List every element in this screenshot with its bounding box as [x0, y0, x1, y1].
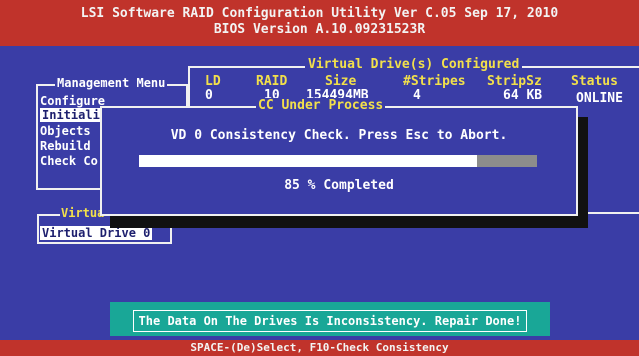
col-header-ld: LD — [205, 74, 221, 89]
bios-version: BIOS Version A.10.09231523R — [213, 22, 426, 37]
col-header-stripsz: StripSz — [487, 74, 542, 89]
cc-dialog-message: VD 0 Consistency Check. Press Esc to Abo… — [170, 128, 508, 143]
col-header-size: Size — [325, 74, 357, 89]
virtual-drive-list-title: Virtua — [60, 206, 106, 220]
management-menu-title: Management Menu — [55, 75, 168, 91]
title-bar: LSI Software RAID Configuration Utility … — [0, 0, 639, 46]
cc-dialog-title: CC Under Process — [256, 98, 386, 114]
menu-item-initialize[interactable]: Initiali — [40, 108, 102, 122]
col-header-status: Status — [571, 74, 618, 89]
menu-item-rebuild[interactable]: Rebuild — [40, 139, 91, 153]
menu-item-objects[interactable]: Objects — [40, 124, 91, 138]
repair-notice: The Data On The Drives Is Inconsistency.… — [110, 302, 550, 336]
col-header-raid: RAID — [256, 74, 288, 89]
col-header-stripes: #Stripes — [403, 74, 466, 89]
vd-cell-stripes: 4 — [413, 89, 421, 100]
virtual-drives-title: Virtual Drive(s) Configured — [305, 57, 523, 73]
menu-item-check-consistency[interactable]: Check Co — [40, 154, 98, 168]
repair-notice-text: The Data On The Drives Is Inconsistency.… — [132, 310, 528, 332]
vd-cell-stripsz: 64 KB — [503, 89, 543, 100]
vd-cell-status: ONLINE — [576, 91, 623, 106]
menu-item-configure[interactable]: Configure — [40, 94, 105, 108]
virtual-drive-0-item[interactable]: Virtual Drive 0 — [40, 226, 153, 240]
vd-cell-ld: 0 — [205, 89, 213, 100]
footer-hints: SPACE-(De)Select, F10-Check Consistency — [0, 340, 639, 356]
progress-text: 85 % Completed — [284, 178, 394, 193]
app-title: LSI Software RAID Configuration Utility … — [80, 6, 559, 21]
progress-bar-fill — [139, 155, 478, 167]
